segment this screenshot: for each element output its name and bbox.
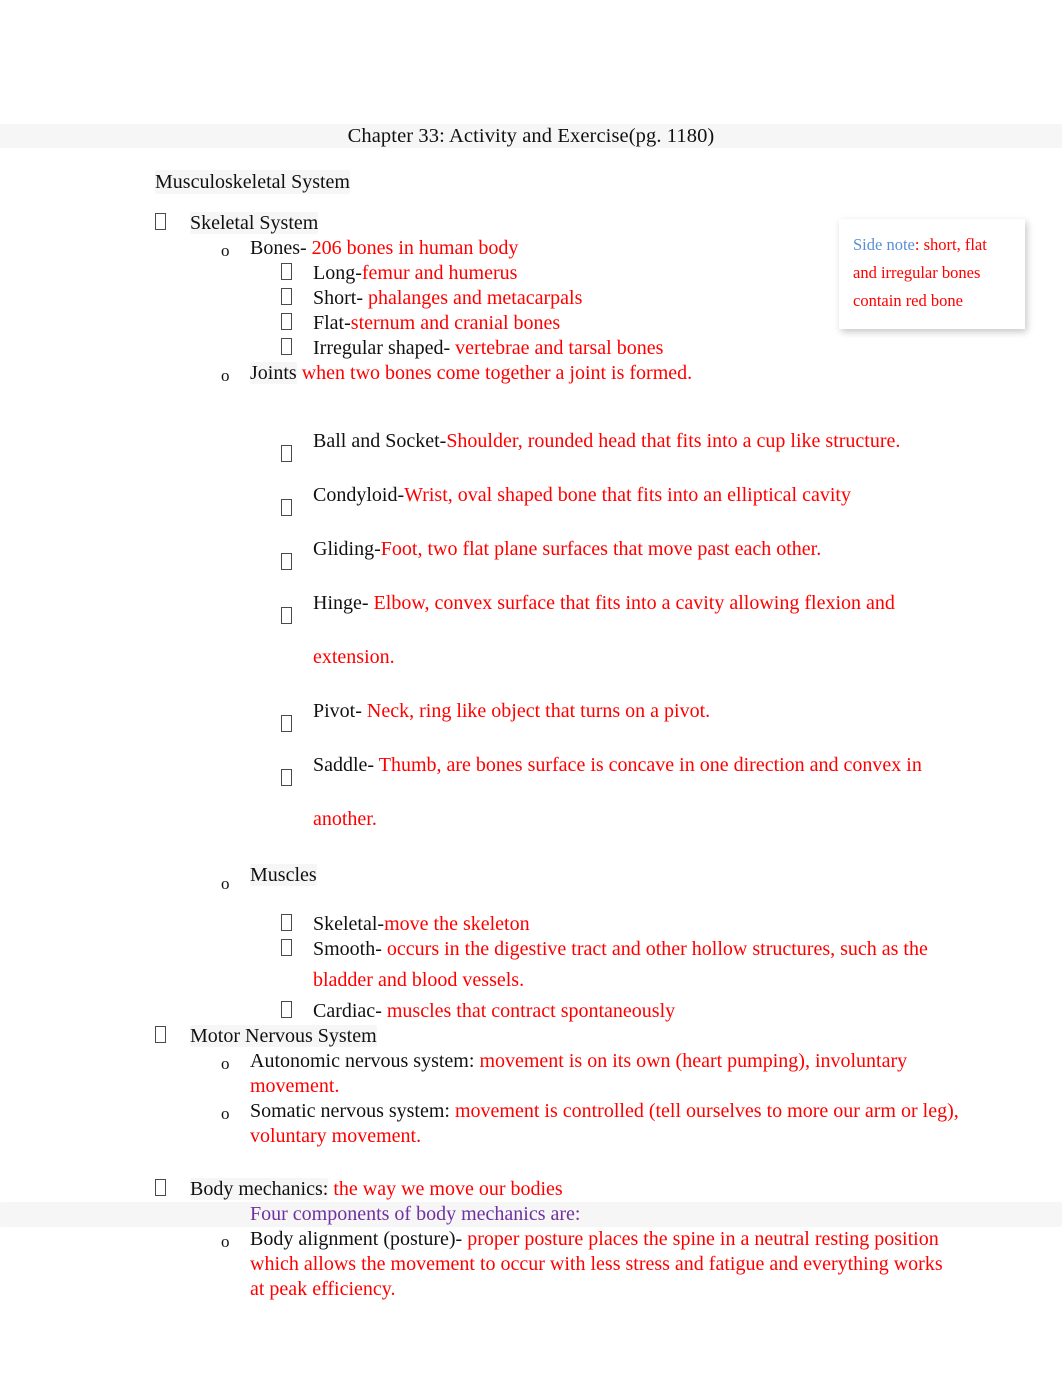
circle-bullet-icon: o xyxy=(221,366,230,385)
list-item-label: Smooth- xyxy=(313,938,382,960)
list-item-joint-hinge-continued: extension. xyxy=(313,646,395,668)
list-item-label: Cardiac- xyxy=(313,1000,382,1022)
list-item-value: femur and humerus xyxy=(361,262,518,284)
list-item-label: Muscles xyxy=(250,864,317,886)
list-item-value: movement is on its own (heart pumping), … xyxy=(474,1050,908,1072)
list-item-label: Body mechanics: xyxy=(190,1178,329,1200)
list-item-skeletal-system: Skeletal System xyxy=(0,211,1062,236)
list-item-muscle-smooth-continued: bladder and blood vessels. xyxy=(313,969,525,991)
list-item-value: the way we move our bodies xyxy=(328,1178,563,1200)
square-bullet-icon xyxy=(281,912,292,937)
circle-bullet-icon: o xyxy=(221,1232,230,1251)
list-item-muscles: o Muscles xyxy=(0,857,1062,894)
list-item-somatic-nervous-system: o Somatic nervous system: movement is co… xyxy=(0,1099,1062,1124)
list-item-joint-saddle-continued: another. xyxy=(313,808,377,830)
list-item-joints: o Joints when two bones come together a … xyxy=(0,361,1062,386)
square-bullet-icon xyxy=(281,261,292,286)
list-item-value: when two bones come together a joint is … xyxy=(296,362,693,384)
list-item-label: Autonomic nervous system: xyxy=(250,1050,475,1072)
circle-bullet-icon: o xyxy=(221,1054,230,1073)
list-item-value: occurs in the digestive tract and other … xyxy=(381,938,928,960)
list-item-label: Motor Nervous System xyxy=(190,1025,377,1047)
square-bullet-icon xyxy=(281,937,292,962)
list-item-label: Skeletal System xyxy=(190,212,319,234)
square-bullet-icon xyxy=(281,311,292,336)
circle-bullet-icon: o xyxy=(221,241,230,260)
list-item-value: sternum and cranial bones xyxy=(350,312,561,334)
list-item-bones: o Bones- 206 bones in human body xyxy=(0,236,1062,261)
list-item-joint-pivot: Pivot- Neck, ring like object that turns… xyxy=(0,684,1062,738)
document-page: Chapter 33: Activity and Exercise(pg. 11… xyxy=(0,0,1062,1377)
list-item-label: Gliding- xyxy=(313,538,381,560)
list-item-label: Hinge- xyxy=(313,592,369,614)
list-item-value: Neck, ring like object that turns on a p… xyxy=(361,700,711,722)
list-item-body-alignment: o Body alignment (posture)- proper postu… xyxy=(0,1227,1062,1252)
list-item-label: Somatic nervous system: xyxy=(250,1100,450,1122)
list-item-label: Joints xyxy=(250,362,297,384)
list-item-label: Bones- xyxy=(250,237,307,259)
square-bullet-icon xyxy=(155,1024,166,1049)
list-item-value: muscles that contract spontaneously xyxy=(381,1000,676,1022)
list-item-label: Flat- xyxy=(313,312,351,334)
list-item-value: Foot, two flat plane surfaces that move … xyxy=(380,538,822,560)
list-item-bone-flat: Flat-sternum and cranial bones xyxy=(0,311,1062,336)
list-item-label: Long- xyxy=(313,262,362,284)
list-item-bone-irregular: Irregular shaped- vertebrae and tarsal b… xyxy=(0,336,1062,361)
list-item-muscle-skeletal: Skeletal-move the skeleton xyxy=(0,912,1062,937)
square-bullet-icon xyxy=(281,999,292,1024)
circle-bullet-icon: o xyxy=(221,874,230,893)
list-item-label: Body alignment (posture)- xyxy=(250,1228,463,1250)
list-item-joint-gliding: Gliding-Foot, two flat plane surfaces th… xyxy=(0,522,1062,576)
list-item-label: Pivot- xyxy=(313,700,362,722)
list-item-value: Thumb, are bones surface is concave in o… xyxy=(374,754,922,776)
square-bullet-icon xyxy=(281,286,292,311)
list-item-value: Elbow, convex surface that fits into a c… xyxy=(368,592,895,614)
list-item-value: proper posture places the spine in a neu… xyxy=(462,1228,939,1250)
outline-content: Skeletal System o Bones- 206 bones in hu… xyxy=(0,211,1062,1302)
list-item-label: Short- xyxy=(313,287,363,309)
circle-bullet-icon: o xyxy=(221,1104,230,1123)
square-bullet-icon xyxy=(155,1177,166,1202)
list-item-joint-condyloid: Condyloid-Wrist, oval shaped bone that f… xyxy=(0,468,1062,522)
list-item-value: move the skeleton xyxy=(384,913,530,935)
list-item-joint-hinge: Hinge- Elbow, convex surface that fits i… xyxy=(0,576,1062,630)
list-item-joint-saddle: Saddle- Thumb, are bones surface is conc… xyxy=(0,738,1062,792)
list-item-autonomic-nervous-system: o Autonomic nervous system: movement is … xyxy=(0,1049,1062,1074)
list-item-value: movement is controlled (tell ourselves t… xyxy=(449,1100,959,1122)
list-item-body-alignment-continued: which allows the movement to occur with … xyxy=(250,1253,943,1275)
list-item-value: vertebrae and tarsal bones xyxy=(450,337,664,359)
list-item-somatic-continued: voluntary movement. xyxy=(250,1125,422,1147)
list-item-label: Condyloid- xyxy=(313,484,405,506)
list-item-body-mechanics: Body mechanics: the way we move our bodi… xyxy=(0,1177,1062,1202)
page-title: Chapter 33: Activity and Exercise(pg. 11… xyxy=(0,124,1062,148)
body-mechanics-note: Four components of body mechanics are: xyxy=(0,1202,1062,1227)
list-item-bone-long: Long-femur and humerus xyxy=(0,261,1062,286)
list-item-label: Ball and Socket- xyxy=(313,430,447,452)
list-item-body-alignment-continued-2: at peak efficiency. xyxy=(250,1278,396,1300)
list-item-muscle-smooth: Smooth- occurs in the digestive tract an… xyxy=(0,937,1062,962)
section-heading: Musculoskeletal System xyxy=(155,170,350,194)
list-item-autonomic-continued: movement. xyxy=(250,1075,340,1097)
list-item-joint-ball-and-socket: Ball and Socket-Shoulder, rounded head t… xyxy=(0,414,1062,468)
list-item-value: Wrist, oval shaped bone that fits into a… xyxy=(404,484,851,506)
square-bullet-icon xyxy=(155,211,166,236)
list-item-muscle-cardiac: Cardiac- muscles that contract spontaneo… xyxy=(0,999,1062,1024)
list-item-bone-short: Short- phalanges and metacarpals xyxy=(0,286,1062,311)
list-item-label: Skeletal- xyxy=(313,913,385,935)
list-item-value: 206 bones in human body xyxy=(306,237,519,259)
list-item-label: Irregular shaped- xyxy=(313,337,451,359)
list-item-motor-nervous-system: Motor Nervous System xyxy=(0,1024,1062,1049)
list-item-value: phalanges and metacarpals xyxy=(363,287,583,309)
square-bullet-icon xyxy=(281,336,292,361)
list-item-value: Shoulder, rounded head that fits into a … xyxy=(446,430,901,452)
list-item-label: Saddle- xyxy=(313,754,375,776)
